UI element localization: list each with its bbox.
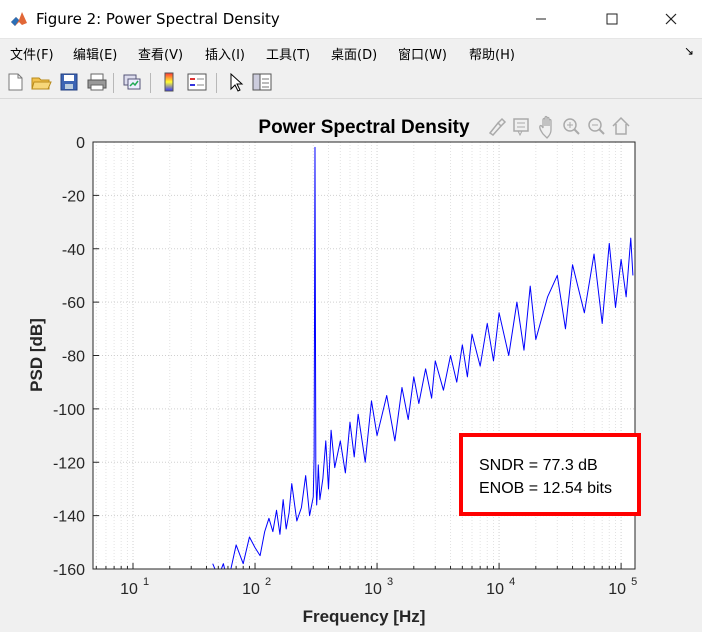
y-tick-label: -120 [53, 455, 85, 472]
toolbar-separator [150, 73, 151, 93]
menu-tools[interactable]: 工具(T) [266, 44, 310, 63]
y-tick-label: -80 [62, 349, 85, 366]
menu-edit[interactable]: 编辑(E) [73, 44, 117, 63]
x-tick-exponent: 5 [631, 576, 637, 588]
menu-window[interactable]: 窗口(W) [398, 44, 447, 63]
minimize-button[interactable] [518, 0, 564, 38]
print-icon[interactable] [86, 71, 108, 93]
window-titlebar: Figure 2: Power Spectral Density [0, 0, 702, 39]
window-title: Figure 2: Power Spectral Density [36, 10, 280, 28]
y-tick-label: -60 [62, 295, 85, 312]
x-tick-label: 10 [120, 581, 138, 598]
y-tick-label: -140 [53, 509, 85, 526]
toolbar-separator [216, 73, 217, 93]
toolbar-separator [113, 73, 114, 93]
pan-icon[interactable] [539, 115, 552, 139]
x-tick-exponent: 1 [143, 576, 149, 588]
x-axis-label: Frequency [Hz] [303, 607, 426, 626]
colorbar-icon[interactable] [158, 71, 180, 93]
menu-bar: 文件(F) 编辑(E) 查看(V) 插入(I) 工具(T) 桌面(D) 窗口(W… [0, 39, 702, 66]
menu-file[interactable]: 文件(F) [10, 44, 54, 63]
home-icon[interactable] [612, 116, 630, 135]
x-tick-exponent: 4 [509, 576, 515, 588]
annotation-border [459, 433, 641, 516]
x-tick-exponent: 3 [387, 576, 393, 588]
y-tick-label: -20 [62, 188, 85, 205]
y-tick-label: -40 [62, 242, 85, 259]
annotation-box[interactable]: SNDR = 77.3 dB ENOB = 12.54 bits [459, 433, 641, 516]
pointer-icon[interactable] [224, 71, 246, 93]
maximize-icon [606, 13, 618, 25]
x-tick-exponent: 2 [265, 576, 271, 588]
x-tick-label: 10 [608, 581, 626, 598]
menu-view[interactable]: 查看(V) [138, 44, 183, 63]
x-tick-label: 10 [486, 581, 504, 598]
menu-insert[interactable]: 插入(I) [205, 44, 245, 63]
data-tips-icon[interactable] [513, 118, 529, 137]
zoom-in-icon[interactable] [563, 118, 580, 135]
close-button[interactable] [648, 0, 694, 38]
open-file-icon[interactable] [30, 71, 52, 93]
figure-toolbar [0, 67, 702, 99]
annotation-sndr: SNDR = 77.3 dB [479, 457, 598, 474]
menu-help[interactable]: 帮助(H) [469, 44, 515, 63]
minimize-icon [536, 18, 546, 20]
save-icon[interactable] [58, 71, 80, 93]
matlab-icon [11, 12, 27, 26]
y-tick-label: -160 [53, 562, 85, 579]
maximize-button[interactable] [589, 0, 635, 38]
legend-icon[interactable] [186, 71, 208, 93]
close-icon [665, 13, 677, 25]
annotation-enob: ENOB = 12.54 bits [479, 480, 612, 497]
y-tick-label: 0 [76, 135, 85, 152]
brush-icon[interactable] [488, 117, 507, 136]
menu-desktop[interactable]: 桌面(D) [331, 44, 377, 63]
psd-chart: Power Spectral Density 10 1 10 2 10 3 10… [27, 115, 641, 626]
y-tick-label: -100 [53, 402, 85, 419]
x-tick-label: 10 [364, 581, 382, 598]
chart-title: Power Spectral Density [258, 117, 470, 138]
dock-arrow-icon[interactable]: ↘ [684, 44, 694, 58]
axes-toolbar [488, 115, 630, 139]
x-tick-label: 10 [242, 581, 260, 598]
link-plot-icon[interactable] [121, 71, 143, 93]
figure-canvas: Power Spectral Density 10 1 10 2 10 3 10… [0, 99, 702, 628]
new-figure-icon[interactable] [4, 71, 26, 93]
y-axis-label: PSD [dB] [27, 318, 46, 392]
property-editor-icon[interactable] [251, 71, 273, 93]
zoom-out-icon[interactable] [588, 118, 605, 135]
